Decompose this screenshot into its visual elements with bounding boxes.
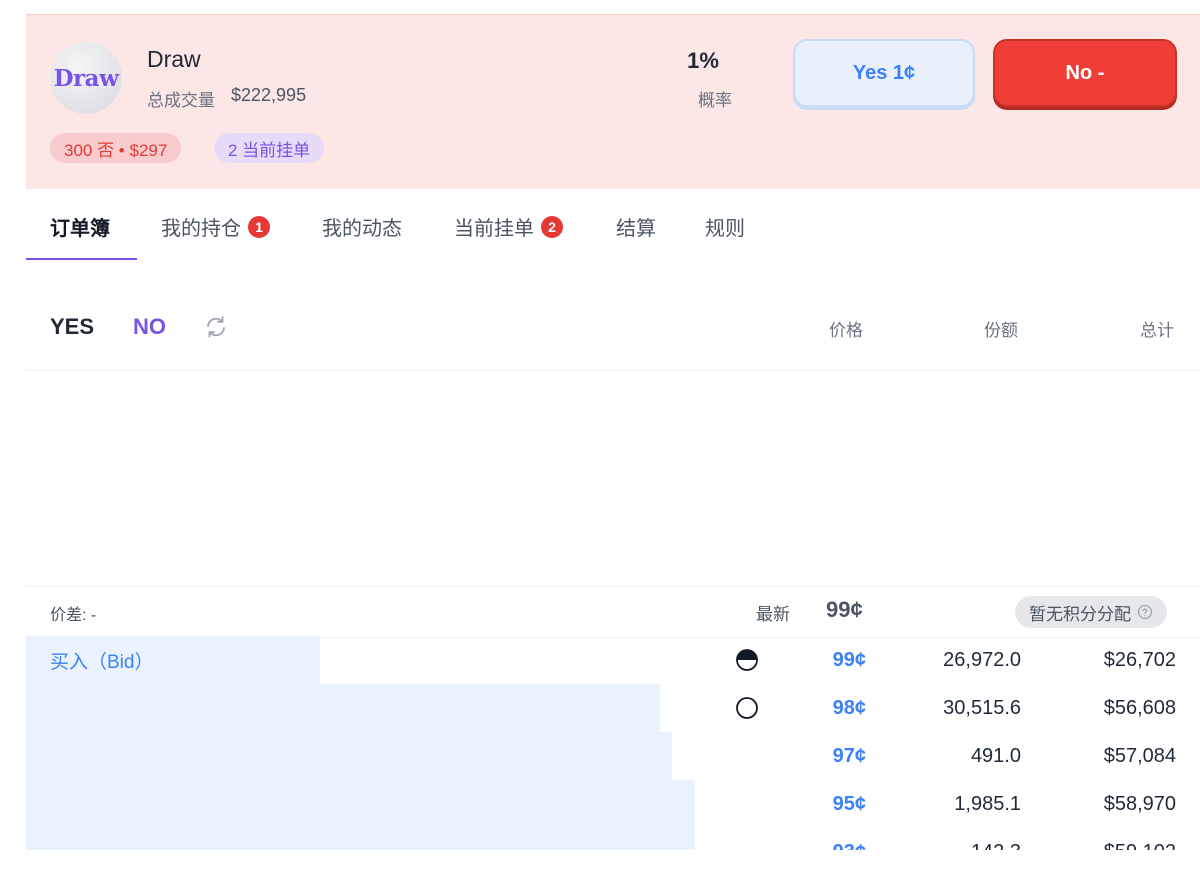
bid-price: 97¢ xyxy=(832,745,866,767)
empty-circle-icon xyxy=(736,697,758,719)
position-chip[interactable]: 300 否 • $297 xyxy=(50,133,182,163)
probability-value: 1% xyxy=(687,48,719,73)
open-orders-count-badge: 2 xyxy=(541,215,563,238)
bid-total: $58,970 xyxy=(1103,793,1176,815)
tab-my-positions[interactable]: 我的持仓 1 xyxy=(161,212,270,241)
points-allocation-label: 暂无积分分配 xyxy=(1029,604,1131,624)
toggle-no[interactable]: NO xyxy=(133,314,166,340)
avatar-text: Draw xyxy=(53,64,119,92)
tab-bar: 订单簿 我的持仓 1 我的动态 当前挂单 2 结算 规则 xyxy=(26,188,1200,260)
volume-value: $222,995 xyxy=(231,85,307,105)
tab-label: 结算 xyxy=(616,218,656,240)
column-header-total: 总计 xyxy=(1140,321,1174,340)
bid-row[interactable]: 93¢ 142.3 $59,102 xyxy=(26,828,1200,850)
tab-label: 规则 xyxy=(705,218,745,240)
tab-label: 我的持仓 xyxy=(161,218,241,240)
bid-total: $59,102 xyxy=(1056,841,1176,850)
half-filled-circle-icon xyxy=(736,649,758,671)
bid-price: 95¢ xyxy=(832,793,866,815)
spread-label: 价差: - xyxy=(50,607,97,624)
column-header-shares: 份额 xyxy=(984,321,1018,340)
buy-no-button[interactable]: No - xyxy=(993,39,1177,107)
market-header: Draw Draw 总成交量 $222,995 1% 概率 Yes 1¢ No … xyxy=(26,14,1200,189)
bid-shares: 30,515.6 xyxy=(943,697,1021,719)
help-icon[interactable] xyxy=(1137,604,1153,620)
buy-yes-button[interactable]: Yes 1¢ xyxy=(793,39,975,107)
bid-price: 98¢ xyxy=(832,697,866,719)
bid-row[interactable]: 98¢ 30,515.6 $56,608 xyxy=(26,684,1200,732)
bid-total: $26,702 xyxy=(1103,649,1176,671)
bid-shares: 1,985.1 xyxy=(954,793,1021,815)
probability-label: 概率 xyxy=(698,91,732,110)
points-allocation-pill[interactable]: 暂无积分分配 xyxy=(1015,596,1167,628)
bid-price: 93¢ xyxy=(796,841,866,850)
bid-shares: 142.3 xyxy=(906,841,1021,850)
bid-shares: 491.0 xyxy=(970,745,1021,767)
positions-count-badge: 1 xyxy=(248,215,270,238)
tab-my-activity[interactable]: 我的动态 xyxy=(322,212,402,241)
bid-shares: 26,972.0 xyxy=(943,649,1021,671)
tab-label: 订单簿 xyxy=(50,218,110,240)
volume-label: 总成交量 xyxy=(147,91,215,110)
open-orders-chip[interactable]: 2 当前挂单 xyxy=(214,133,325,163)
tab-label: 当前挂单 xyxy=(454,218,534,240)
tab-rules[interactable]: 规则 xyxy=(705,212,745,241)
bid-total: $57,084 xyxy=(1103,745,1176,767)
bid-price: 99¢ xyxy=(832,649,866,671)
market-avatar: Draw xyxy=(50,42,122,114)
refresh-icon[interactable] xyxy=(204,315,228,339)
last-price-value: 99¢ xyxy=(826,597,863,622)
tab-settlement[interactable]: 结算 xyxy=(616,212,656,241)
column-header-price: 价格 xyxy=(829,321,863,340)
bid-row[interactable]: 97¢ 491.0 $57,084 xyxy=(26,732,1200,780)
bid-total: $56,608 xyxy=(1103,697,1176,719)
bid-section-label: 买入（Bid） xyxy=(50,652,154,673)
market-title: Draw xyxy=(147,46,201,72)
active-tab-indicator xyxy=(26,258,137,260)
tab-label: 我的动态 xyxy=(322,218,402,240)
toggle-yes[interactable]: YES xyxy=(50,314,94,340)
orderbook-header: YES NO 价格 份额 总计 xyxy=(26,296,1200,371)
market-panel: Draw Draw 总成交量 $222,995 1% 概率 Yes 1¢ No … xyxy=(26,0,1200,870)
bid-row[interactable]: 95¢ 1,985.1 $58,970 xyxy=(26,780,1200,828)
tab-open-orders[interactable]: 当前挂单 2 xyxy=(454,212,563,241)
tab-orderbook[interactable]: 订单簿 xyxy=(50,212,110,241)
last-price-label: 最新 xyxy=(756,605,790,624)
spread-row: 价差: - 最新 99¢ 暂无积分分配 xyxy=(26,586,1200,638)
bid-row[interactable]: 99¢ 26,972.0 $26,702 xyxy=(26,636,1200,684)
